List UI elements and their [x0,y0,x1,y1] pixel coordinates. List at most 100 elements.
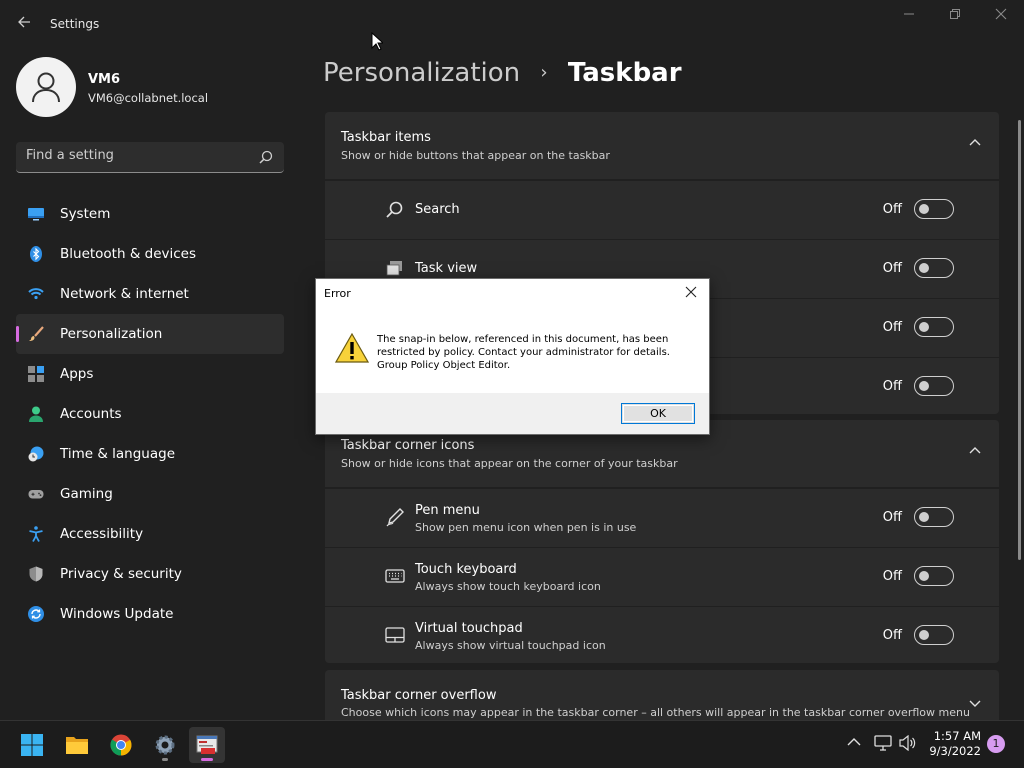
hidden-row-2-toggle[interactable] [914,376,954,396]
row-title: Search [415,202,460,217]
ok-button[interactable]: OK [621,403,695,424]
close-icon [995,8,1007,20]
sidebar-item-network[interactable]: Network & internet [16,274,284,314]
group-title: Taskbar corner icons [341,438,475,453]
warning-icon [335,333,369,363]
chrome-button[interactable] [103,727,139,763]
bluetooth-icon [30,246,42,262]
chevron-up-icon[interactable] [847,737,861,747]
row-title: Task view [415,261,478,276]
close-window-button[interactable] [986,8,1016,26]
sidebar-item-gaming[interactable]: Gaming [16,474,284,514]
search-icon[interactable] [259,150,273,164]
app-title: Settings [50,17,100,31]
toggle-state: Off [882,569,902,584]
network-icon[interactable] [874,735,892,751]
setting-row-pen-menu: Pen menu Show pen menu icon when pen is … [325,489,999,547]
close-icon [685,286,697,298]
start-button[interactable] [14,727,50,763]
file-explorer-button[interactable] [59,727,95,763]
sidebar-item-privacy-security[interactable]: Privacy & security [16,554,284,594]
search-box[interactable] [16,142,284,173]
keyboard-icon [385,569,405,583]
page-title: Taskbar [567,58,682,88]
mouse-cursor-icon [371,32,383,51]
minimize-button[interactable] [894,8,924,26]
group-subtitle: Choose which icons may appear in the tas… [341,706,970,719]
search-input[interactable] [26,148,246,163]
clock-date: 9/3/2022 [929,744,981,758]
start-icon [21,734,43,756]
virtual-touchpad-toggle[interactable] [914,625,954,645]
sidebar-item-system[interactable]: System [16,194,284,234]
row-subtitle: Always show virtual touchpad icon [415,639,606,652]
chevron-up-icon[interactable] [969,138,981,146]
apps-icon [28,366,44,382]
sidebar-item-windows-update[interactable]: Windows Update [16,594,284,634]
sidebar-nav: System Bluetooth & devices Network & int… [16,194,284,634]
chevron-down-icon[interactable] [969,700,981,708]
brush-icon [29,326,44,341]
error-dialog: Error The snap-in below, referenced in t… [315,278,710,435]
setting-row-search: Search Off [325,181,999,239]
row-title: Pen menu [415,503,480,518]
sidebar-item-label: Accounts [60,406,122,422]
breadcrumb-separator: › [540,62,548,83]
sidebar-item-label: Personalization [60,326,163,342]
notification-badge[interactable]: 1 [987,735,1005,753]
title-bar: Settings [0,0,1024,48]
taskbar-corner-overflow-header[interactable]: Taskbar corner overflow Choose which ico… [325,670,999,720]
sidebar-item-label: Accessibility [60,526,144,542]
hidden-row-1-toggle[interactable] [914,317,954,337]
group-subtitle: Show or hide icons that appear on the co… [341,457,678,470]
sidebar-item-apps[interactable]: Apps [16,354,284,394]
sidebar-item-time-language[interactable]: Time & language [16,434,284,474]
pen-icon [386,508,404,527]
running-indicator [162,758,168,761]
settings-taskbar-button[interactable] [147,727,183,763]
setting-row-touch-keyboard: Touch keyboard Always show touch keyboar… [325,548,999,606]
dialog-message-line: Group Policy Object Editor. [377,360,511,371]
toggle-state: Off [882,628,902,643]
sidebar-item-label: Apps [60,366,94,382]
group-policy-button[interactable] [189,727,225,763]
chevron-up-icon[interactable] [969,446,981,454]
taskbar-items-header[interactable]: Taskbar items Show or hide buttons that … [325,112,999,179]
toggle-state: Off [882,202,902,217]
dialog-message: The snap-in below, referenced in this do… [377,333,697,372]
dialog-message-line: The snap-in below, referenced in this do… [377,334,669,345]
dialog-close-button[interactable] [681,283,701,303]
sidebar-item-label: Bluetooth & devices [60,246,197,262]
sidebar-item-personalization[interactable]: Personalization [16,314,284,354]
sidebar-item-label: System [60,206,111,222]
touch-keyboard-toggle[interactable] [914,566,954,586]
search-toggle[interactable] [914,199,954,219]
user-name: VM6 [88,72,121,87]
shield-icon [29,566,43,582]
sidebar-item-label: Network & internet [60,286,189,302]
sidebar-item-accessibility[interactable]: Accessibility [16,514,284,554]
maximize-icon [950,9,960,19]
wifi-icon [28,288,44,300]
search-icon [386,201,403,218]
pen-menu-toggle[interactable] [914,507,954,527]
back-button[interactable] [14,14,34,34]
breadcrumb: Personalization › Taskbar [323,58,682,88]
touchpad-icon [385,627,405,643]
row-title: Virtual touchpad [415,621,523,636]
sidebar-item-label: Time & language [60,446,176,462]
dialog-footer: OK [316,393,709,434]
breadcrumb-parent[interactable]: Personalization [323,58,520,88]
task-view-toggle[interactable] [914,258,954,278]
dialog-title: Error [324,287,351,300]
person-icon [32,72,60,103]
maximize-button[interactable] [940,8,970,26]
task-view-icon [386,261,402,276]
sidebar-item-bluetooth[interactable]: Bluetooth & devices [16,234,284,274]
scrollbar[interactable] [1018,120,1021,560]
system-clock[interactable]: 1:57 AM 9/3/2022 [929,729,981,759]
sidebar-item-accounts[interactable]: Accounts [16,394,284,434]
user-profile[interactable]: VM6 VM6@collabnet.local [16,57,208,117]
volume-icon[interactable] [899,735,917,751]
row-subtitle: Always show touch keyboard icon [415,580,601,593]
